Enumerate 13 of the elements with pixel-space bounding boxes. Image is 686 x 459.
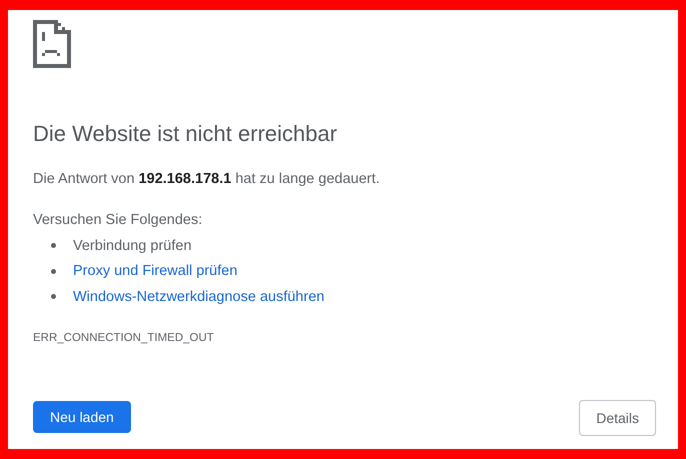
suggestion-link[interactable]: Windows-Netzwerkdiagnose ausführen bbox=[73, 286, 324, 307]
bullet-icon bbox=[51, 294, 56, 300]
suggestions-heading: Versuchen Sie Folgendes: bbox=[33, 211, 204, 230]
reload-button[interactable]: Neu laden bbox=[33, 401, 131, 433]
bullet-icon bbox=[51, 243, 56, 248]
bullet-icon bbox=[51, 268, 56, 274]
details-button[interactable]: Details bbox=[579, 400, 656, 436]
error-message: Die Antwort von 192.168.178.1 hat zu lange gedauert. bbox=[33, 170, 381, 189]
sad-page-icon bbox=[33, 20, 71, 68]
suggestion-text: Verbindung prüfen bbox=[73, 236, 192, 256]
error-title: Die Website ist nicht erreichbar bbox=[33, 120, 338, 148]
error-code: ERR_CONNECTION_TIMED_OUT bbox=[33, 330, 215, 346]
suggestion-link[interactable]: Proxy und Firewall prüfen bbox=[73, 261, 238, 282]
